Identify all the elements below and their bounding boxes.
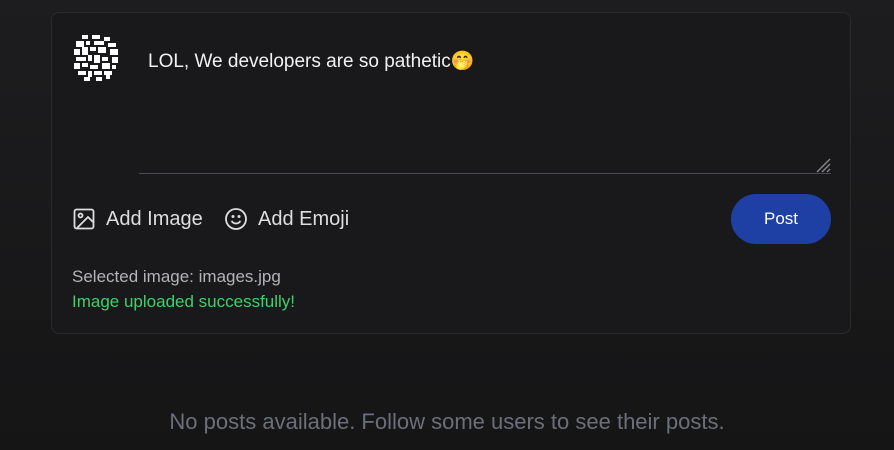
add-image-button[interactable]: Add Image <box>72 207 203 231</box>
add-image-label: Add Image <box>106 207 203 230</box>
upload-status-message: Image uploaded successfully! <box>72 292 296 311</box>
selected-image-text: Selected image: images.jpg <box>72 267 281 286</box>
textarea-border <box>139 173 831 174</box>
post-composer: LOL, We developers are so pathetic🤭 Add … <box>51 12 851 334</box>
image-icon <box>73 208 95 230</box>
post-text-input[interactable]: LOL, We developers are so pathetic🤭 <box>148 49 474 73</box>
add-emoji-label: Add Emoji <box>258 207 350 230</box>
resize-handle-icon[interactable] <box>813 155 831 173</box>
empty-feed-message: No posts available. Follow some users to… <box>169 409 725 434</box>
smiley-icon <box>225 208 247 230</box>
add-emoji-button[interactable]: Add Emoji <box>224 207 349 231</box>
post-button[interactable]: Post <box>731 194 831 244</box>
avatar[interactable] <box>72 33 120 81</box>
